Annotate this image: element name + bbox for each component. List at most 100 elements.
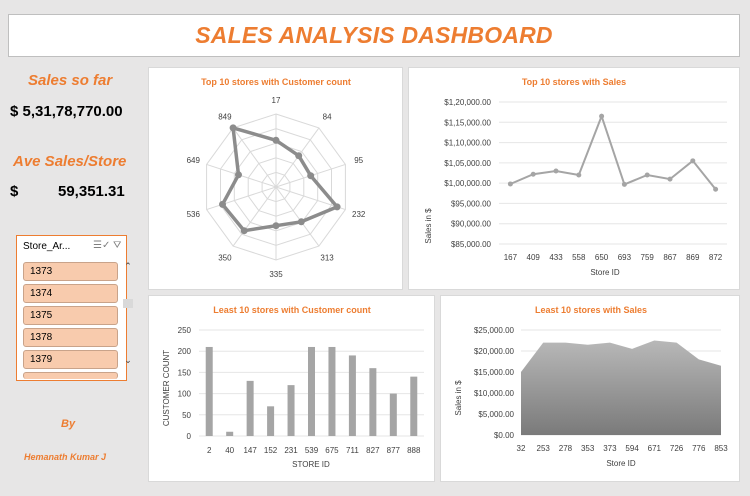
ave-sales-value: 59,351.31 (58, 183, 125, 200)
slicer-header: Store_Ar... (23, 241, 71, 252)
line-chart-panel: Top 10 stores with Sales Store ID Sales … (408, 67, 740, 290)
scroll-up-icon[interactable]: ⌃ (121, 261, 135, 272)
x-tick-label: 650 (595, 253, 609, 262)
multi-select-icon[interactable]: ☰✓ (93, 240, 110, 251)
x-tick-label: 152 (264, 446, 278, 455)
x-tick-label: 877 (387, 446, 401, 455)
slicer-item[interactable]: 1373 (23, 262, 118, 281)
x-tick-label: 253 (537, 444, 551, 453)
x-axis-label: Store ID (590, 268, 620, 277)
line-point (644, 172, 650, 178)
line-point (507, 181, 513, 187)
slicer-item[interactable]: 1375 (23, 306, 118, 325)
radar-spoke (232, 186, 277, 247)
area-series (521, 340, 721, 435)
x-tick-label: 671 (648, 444, 662, 453)
x-tick-label: 40 (225, 446, 234, 455)
category-label: 84 (323, 113, 332, 122)
line-point (576, 172, 582, 178)
line-point (713, 186, 719, 192)
category-label: 536 (187, 210, 201, 219)
y-axis-label: Sales in $ (454, 380, 463, 416)
line-point (667, 176, 673, 182)
store-area-slicer[interactable]: Store_Ar... ☰✓ ⛛ 1373 1374 1375 1378 137… (16, 235, 133, 381)
category-label: 849 (218, 113, 232, 122)
radar-point (272, 136, 280, 144)
bar (328, 346, 336, 436)
chart-title: Least 10 stores with Sales (535, 305, 647, 315)
x-tick-label: 888 (407, 446, 421, 455)
y-tick-label: $95,000.00 (451, 199, 492, 208)
line-point (599, 113, 605, 119)
x-tick-label: 776 (692, 444, 706, 453)
author-name: Hemanath Kumar J (24, 452, 107, 462)
bar (226, 431, 234, 436)
y-tick-label: 0 (187, 432, 192, 441)
bar (287, 385, 295, 436)
line-point (530, 171, 536, 177)
radar-point (295, 152, 303, 160)
y-tick-label: $1,20,000.00 (444, 98, 491, 107)
radar-point (240, 227, 248, 235)
y-tick-label: $15,000.00 (474, 368, 515, 377)
x-tick-label: 433 (549, 253, 563, 262)
y-tick-label: 200 (178, 347, 192, 356)
chart-title: Top 10 stores with Customer count (201, 77, 351, 87)
dashboard-title: SALES ANALYSIS DASHBOARD (195, 22, 553, 48)
chart-title: Least 10 stores with Customer count (213, 305, 371, 315)
radar-point (307, 172, 315, 180)
sales-so-far-value: $ 5,31,78,770.00 (10, 103, 123, 120)
y-tick-label: 50 (182, 411, 191, 420)
x-tick-label: 373 (603, 444, 617, 453)
category-label: 17 (272, 96, 281, 105)
bar (348, 355, 356, 436)
x-axis-label: STORE ID (292, 460, 330, 469)
y-tick-label: 250 (178, 326, 192, 335)
y-tick-label: $25,000.00 (474, 326, 515, 335)
y-tick-label: $10,000.00 (474, 389, 515, 398)
x-tick-label: 147 (243, 446, 257, 455)
area-chart-panel: Least 10 stores with Sales Store ID Sale… (440, 295, 740, 482)
x-tick-label: 869 (686, 253, 700, 262)
sales-so-far-label: Sales so far (28, 72, 113, 89)
x-tick-label: 231 (284, 446, 298, 455)
slicer-item[interactable]: 1378 (23, 328, 118, 347)
x-tick-label: 353 (581, 444, 595, 453)
y-tick-label: $20,000.00 (474, 347, 515, 356)
category-label: 95 (354, 156, 363, 165)
y-tick-label: $90,000.00 (451, 220, 492, 229)
x-tick-label: 867 (663, 253, 677, 262)
radar-point (272, 222, 280, 230)
slicer-scrollbar[interactable]: ⌃ ⌄ (121, 261, 135, 371)
scroll-thumb[interactable] (123, 299, 133, 308)
y-tick-label: 150 (178, 368, 192, 377)
x-tick-label: 594 (625, 444, 639, 453)
radar-point (229, 124, 237, 132)
category-label: 232 (352, 210, 366, 219)
category-label: 350 (218, 253, 232, 262)
x-tick-label: 693 (618, 253, 632, 262)
line-series (510, 113, 717, 190)
bar (369, 368, 377, 436)
scroll-down-icon[interactable]: ⌄ (121, 355, 135, 366)
radar-spoke (206, 186, 277, 211)
line-point (553, 168, 559, 174)
y-tick-label: 100 (178, 390, 192, 399)
x-tick-label: 539 (305, 446, 319, 455)
radar-point (219, 200, 226, 208)
line-point (621, 181, 627, 187)
x-tick-label: 278 (559, 444, 573, 453)
y-tick-label: $0.00 (494, 431, 515, 440)
bar (205, 346, 213, 436)
x-tick-label: 558 (572, 253, 586, 262)
y-tick-label: $85,000.00 (451, 240, 492, 249)
dashboard-title-box: SALES ANALYSIS DASHBOARD (8, 14, 740, 57)
line-chart: Top 10 stores with Sales Store ID Sales … (424, 77, 727, 277)
slicer-item[interactable]: 1379 (23, 350, 118, 369)
radar-chart-panel: Top 10 stores with Customer count 17 84 95… (148, 67, 403, 290)
bar (410, 376, 418, 436)
clear-filter-icon[interactable]: ⛛ (113, 240, 121, 251)
slicer-item[interactable]: 1374 (23, 284, 118, 303)
y-tick-label: $1,05,000.00 (444, 159, 491, 168)
x-tick-label: 32 (517, 444, 526, 453)
